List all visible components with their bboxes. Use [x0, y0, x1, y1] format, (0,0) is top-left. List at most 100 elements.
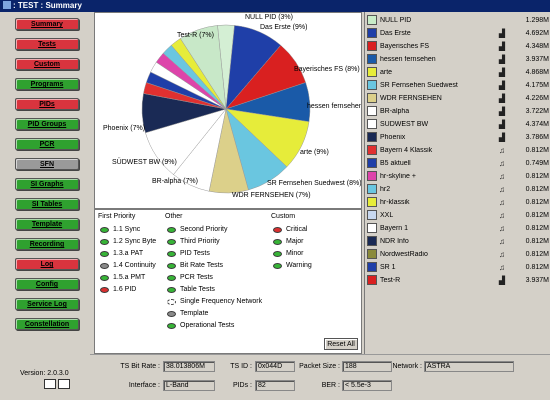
nav-si-graphs-button[interactable]: SI Graphs	[15, 178, 79, 190]
pid-tests-item[interactable]: PID Tests	[167, 250, 210, 257]
nav-custom-button[interactable]: Custom	[15, 58, 79, 70]
bit-rate-tests-item[interactable]: Bit Rate Tests	[167, 262, 223, 269]
status-led-icon	[100, 274, 109, 281]
nav-recording-button[interactable]: Recording	[15, 238, 79, 250]
pcr-tests-item[interactable]: PCR Tests	[167, 274, 213, 281]
window-titlebar: : TEST : Summary	[0, 0, 550, 12]
color-swatch	[367, 236, 377, 246]
other-heading: Other	[165, 213, 183, 220]
service-row[interactable]: NordwestRadio ♫ 0.812M	[365, 248, 550, 260]
color-swatch	[367, 171, 377, 181]
nav-summary-button[interactable]: Summary	[15, 18, 79, 30]
test-1-2-sync-byte[interactable]: 1.2 Sync Byte	[100, 238, 156, 245]
test-1-5-pmt[interactable]: 1.5.a PMT	[100, 274, 145, 281]
pie-slice-label: Das Erste (9%)	[260, 24, 307, 31]
music-icon: ♫	[499, 145, 505, 155]
service-row[interactable]: NULL PID 1.298M	[365, 14, 550, 26]
table-tests-item[interactable]: Table Tests	[167, 286, 215, 293]
music-icon: ♫	[499, 171, 505, 181]
service-row[interactable]: Bayern 4 Klassik ♫ 0.812M	[365, 144, 550, 156]
nav-sfn-button[interactable]: SFN	[15, 158, 79, 170]
service-row[interactable]: SÜDWEST BW ▟ 4.374M	[365, 118, 550, 130]
nav-constellation-button[interactable]: Constellation	[15, 318, 79, 330]
service-row[interactable]: hr2 ♫ 0.812M	[365, 183, 550, 195]
service-row[interactable]: BR-alpha ▟ 3.722M	[365, 105, 550, 117]
window-title: : TEST : Summary	[13, 1, 82, 10]
pie-slice-label: hessen fernsehen (7%)	[307, 103, 362, 110]
status-icons	[44, 379, 70, 389]
packet-size-label: Packet Size :	[299, 363, 340, 370]
critical-item[interactable]: Critical	[273, 226, 307, 233]
status-led-icon	[273, 226, 282, 233]
tv-icon: ▟	[498, 132, 506, 142]
test-1-3-pat[interactable]: 1.3.a PAT	[100, 250, 143, 257]
sfn-item[interactable]: Single Frequency Network	[167, 298, 262, 305]
pie-slice-label: WDR FERNSEHEN (7%)	[232, 192, 311, 199]
status-led-icon	[167, 274, 176, 281]
app-icon	[3, 1, 11, 9]
service-row[interactable]: Bayerisches FS ▟ 4.348M	[365, 40, 550, 52]
pie-slice-label: SÜDWEST BW (9%)	[112, 158, 177, 166]
service-row[interactable]: SR 1 ♫ 0.812M	[365, 261, 550, 273]
service-row[interactable]: Das Erste ▟ 4.692M	[365, 27, 550, 39]
list-view-icon[interactable]	[58, 379, 70, 389]
ber-field: < 5.5e-3	[342, 380, 392, 391]
warning-item[interactable]: Warning	[273, 262, 312, 269]
minor-item[interactable]: Minor	[273, 250, 304, 257]
service-row[interactable]: XXL ♫ 0.812M	[365, 209, 550, 221]
service-row[interactable]: arte ▟ 4.868M	[365, 66, 550, 78]
music-icon: ♫	[499, 210, 505, 220]
bitrate-pie-chart: NULL PID (3%) Das Erste (9%) Bayerisches F…	[94, 12, 362, 209]
music-icon: ♫	[499, 223, 505, 233]
service-row[interactable]: Bayern 1 ♫ 0.812M	[365, 222, 550, 234]
grid-view-icon[interactable]	[44, 379, 56, 389]
pie-slice-label: Test-R (7%)	[177, 32, 214, 39]
third-priority-item[interactable]: Third Priority	[167, 238, 220, 245]
network-field: ASTRA	[424, 361, 514, 372]
test-1-1-sync[interactable]: 1.1 Sync	[100, 226, 140, 233]
service-row[interactable]: WDR FERNSEHEN ▟ 4.226M	[365, 92, 550, 104]
service-row[interactable]: hessen fernsehen ▟ 3.937M	[365, 53, 550, 65]
status-led-icon	[167, 286, 176, 293]
color-swatch	[367, 119, 377, 129]
first-priority-heading: First Priority	[98, 213, 136, 220]
tv-icon: ▟	[498, 80, 506, 90]
nav-pid-groups-button[interactable]: PID Groups	[15, 118, 79, 130]
service-row[interactable]: SR Fernsehen Suedwest ▟ 4.175M	[365, 79, 550, 91]
test-1-6-pid[interactable]: 1.6 PID	[100, 286, 136, 293]
nav-pids-button[interactable]: PIDs	[15, 98, 79, 110]
service-row[interactable]: B5 aktuell ♫ 0.749M	[365, 157, 550, 169]
second-priority-item[interactable]: Second Priority	[167, 226, 227, 233]
reset-all-button[interactable]: Reset All	[324, 338, 358, 350]
nav-config-button[interactable]: Config	[15, 278, 79, 290]
operational-tests-item[interactable]: Operational Tests	[167, 322, 234, 329]
tv-icon: ▟	[498, 67, 506, 77]
ts-bitrate-label: TS Bit Rate :	[120, 363, 160, 370]
template-item[interactable]: Template	[167, 310, 208, 317]
ts-bitrate-field: 38.013806M	[163, 361, 215, 372]
status-led-icon	[100, 238, 109, 245]
interface-field: L-Band	[163, 380, 215, 391]
service-row[interactable]: hr-klassik ♫ 0.812M	[365, 196, 550, 208]
nav-tests-button[interactable]: Tests	[15, 38, 79, 50]
pie-slice-label: Phoenix (7%)	[103, 125, 145, 132]
test-1-4-continuity[interactable]: 1.4 Continuity	[100, 262, 156, 269]
nav-template-button[interactable]: Template	[15, 218, 79, 230]
nav-pcr-button[interactable]: PCR	[15, 138, 79, 150]
status-led-icon	[273, 238, 282, 245]
nav-si-tables-button[interactable]: SI Tables	[15, 198, 79, 210]
nav-service-log-button[interactable]: Service Log	[15, 298, 79, 310]
color-swatch	[367, 54, 377, 64]
service-row[interactable]: NDR Info ♫ 0.812M	[365, 235, 550, 247]
service-row[interactable]: Phoenix ▟ 3.786M	[365, 131, 550, 143]
ts-id-label: TS ID :	[230, 363, 252, 370]
status-led-icon	[167, 322, 176, 329]
sidebar-nav: Summary Tests Custom Programs PIDs PID G…	[0, 12, 90, 400]
color-swatch	[367, 93, 377, 103]
status-led-icon	[167, 262, 176, 269]
nav-log-button[interactable]: Log	[15, 258, 79, 270]
service-row[interactable]: Test-R ▟ 3.937M	[365, 274, 550, 286]
nav-programs-button[interactable]: Programs	[15, 78, 79, 90]
major-item[interactable]: Major	[273, 238, 304, 245]
service-row[interactable]: hr-skyline + ♫ 0.812M	[365, 170, 550, 182]
